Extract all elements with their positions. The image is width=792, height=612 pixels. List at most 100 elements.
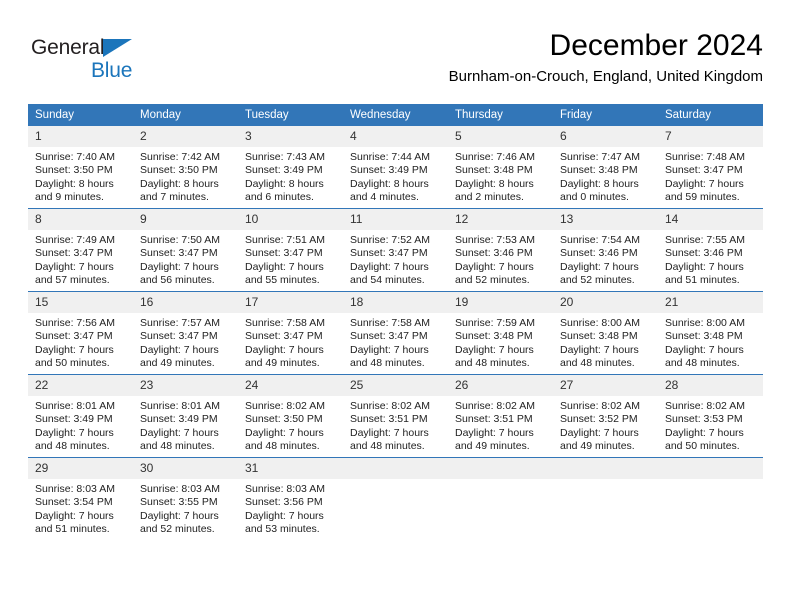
sunrise-text: Sunrise: 7:44 AM xyxy=(350,151,430,163)
calendar-day-cell-empty xyxy=(448,457,553,540)
calendar-day-cell[interactable]: 18 Sunrise: 7:58 AM Sunset: 3:47 PM Dayl… xyxy=(343,291,448,375)
calendar-day-cell[interactable]: 4 Sunrise: 7:44 AM Sunset: 3:49 PM Dayli… xyxy=(343,126,448,209)
calendar-day-cell[interactable]: 11 Sunrise: 7:52 AM Sunset: 3:47 PM Dayl… xyxy=(343,208,448,292)
calendar-day-cell[interactable]: 17 Sunrise: 7:58 AM Sunset: 3:47 PM Dayl… xyxy=(238,291,343,375)
calendar-day-cell[interactable]: 13 Sunrise: 7:54 AM Sunset: 3:46 PM Dayl… xyxy=(553,208,658,292)
daylight-text-line1: Daylight: 7 hours xyxy=(35,343,114,356)
day-details: Sunrise: 7:58 AM Sunset: 3:47 PM Dayligh… xyxy=(238,313,343,371)
calendar-day-cell[interactable]: 28 Sunrise: 8:02 AM Sunset: 3:53 PM Dayl… xyxy=(658,374,763,458)
daylight-text-line1: Daylight: 7 hours xyxy=(455,343,534,356)
calendar-day-cell[interactable]: 23 Sunrise: 8:01 AM Sunset: 3:49 PM Dayl… xyxy=(133,374,238,458)
daylight-text-line2: and 51 minutes. xyxy=(665,274,740,287)
day-details: Sunrise: 7:59 AM Sunset: 3:48 PM Dayligh… xyxy=(448,313,553,371)
daylight-text-line1: Daylight: 8 hours xyxy=(35,177,114,190)
sunrise-text: Sunrise: 7:42 AM xyxy=(140,151,220,163)
sunrise-text: Sunrise: 7:46 AM xyxy=(455,151,535,163)
calendar-day-cell[interactable]: 26 Sunrise: 8:02 AM Sunset: 3:51 PM Dayl… xyxy=(448,374,553,458)
daylight-text-line2: and 48 minutes. xyxy=(560,357,635,370)
calendar-day-cell[interactable]: 1 Sunrise: 7:40 AM Sunset: 3:50 PM Dayli… xyxy=(28,126,133,209)
day-details: Sunrise: 8:02 AM Sunset: 3:51 PM Dayligh… xyxy=(448,396,553,454)
daylight-text-line2: and 55 minutes. xyxy=(245,274,320,287)
daylight-text-line2: and 49 minutes. xyxy=(455,440,530,453)
weekday-header-saturday: Saturday xyxy=(658,104,763,126)
calendar-day-cell[interactable]: 7 Sunrise: 7:48 AM Sunset: 3:47 PM Dayli… xyxy=(658,126,763,209)
calendar-day-cell[interactable]: 21 Sunrise: 8:00 AM Sunset: 3:48 PM Dayl… xyxy=(658,291,763,375)
day-number: 10 xyxy=(238,209,343,230)
daylight-text-line2: and 48 minutes. xyxy=(245,440,320,453)
calendar-day-cell[interactable]: 5 Sunrise: 7:46 AM Sunset: 3:48 PM Dayli… xyxy=(448,126,553,209)
daylight-text-line1: Daylight: 7 hours xyxy=(350,260,429,273)
sunset-text: Sunset: 3:47 PM xyxy=(245,247,323,260)
calendar-day-cell[interactable]: 3 Sunrise: 7:43 AM Sunset: 3:49 PM Dayli… xyxy=(238,126,343,209)
calendar-day-cell[interactable]: 14 Sunrise: 7:55 AM Sunset: 3:46 PM Dayl… xyxy=(658,208,763,292)
daylight-text-line1: Daylight: 8 hours xyxy=(245,177,324,190)
sunset-text: Sunset: 3:48 PM xyxy=(665,330,743,343)
daylight-text-line2: and 52 minutes. xyxy=(560,274,635,287)
calendar-day-cell[interactable]: 8 Sunrise: 7:49 AM Sunset: 3:47 PM Dayli… xyxy=(28,208,133,292)
calendar-day-cell[interactable]: 16 Sunrise: 7:57 AM Sunset: 3:47 PM Dayl… xyxy=(133,291,238,375)
day-number: 28 xyxy=(658,375,763,396)
day-details: Sunrise: 7:42 AM Sunset: 3:50 PM Dayligh… xyxy=(133,147,238,205)
calendar-day-cell[interactable]: 12 Sunrise: 7:53 AM Sunset: 3:46 PM Dayl… xyxy=(448,208,553,292)
calendar-table: Sunday Monday Tuesday Wednesday Thursday… xyxy=(28,104,763,540)
sunrise-text: Sunrise: 7:40 AM xyxy=(35,151,115,163)
sunset-text: Sunset: 3:49 PM xyxy=(35,413,113,426)
calendar-day-cell[interactable]: 10 Sunrise: 7:51 AM Sunset: 3:47 PM Dayl… xyxy=(238,208,343,292)
day-details: Sunrise: 8:02 AM Sunset: 3:52 PM Dayligh… xyxy=(553,396,658,454)
calendar-day-cell[interactable]: 20 Sunrise: 8:00 AM Sunset: 3:48 PM Dayl… xyxy=(553,291,658,375)
daylight-text-line2: and 49 minutes. xyxy=(560,440,635,453)
day-details: Sunrise: 7:51 AM Sunset: 3:47 PM Dayligh… xyxy=(238,230,343,288)
daylight-text-line2: and 2 minutes. xyxy=(455,191,524,204)
calendar-day-cell[interactable]: 6 Sunrise: 7:47 AM Sunset: 3:48 PM Dayli… xyxy=(553,126,658,209)
day-number: 4 xyxy=(343,126,448,147)
sunset-text: Sunset: 3:47 PM xyxy=(35,247,113,260)
calendar-day-cell[interactable]: 22 Sunrise: 8:01 AM Sunset: 3:49 PM Dayl… xyxy=(28,374,133,458)
day-number: 31 xyxy=(238,458,343,479)
general-blue-logo: General Blue xyxy=(31,36,171,84)
calendar-day-cell[interactable]: 9 Sunrise: 7:50 AM Sunset: 3:47 PM Dayli… xyxy=(133,208,238,292)
calendar-week-row: 15 Sunrise: 7:56 AM Sunset: 3:47 PM Dayl… xyxy=(28,291,763,375)
day-number: 5 xyxy=(448,126,553,147)
day-number: 23 xyxy=(133,375,238,396)
day-number: 20 xyxy=(553,292,658,313)
daylight-text-line1: Daylight: 7 hours xyxy=(35,509,114,522)
sunset-text: Sunset: 3:48 PM xyxy=(455,164,533,177)
calendar-day-cell[interactable]: 19 Sunrise: 7:59 AM Sunset: 3:48 PM Dayl… xyxy=(448,291,553,375)
day-number: 22 xyxy=(28,375,133,396)
day-number: 14 xyxy=(658,209,763,230)
daylight-text-line1: Daylight: 8 hours xyxy=(140,177,219,190)
day-number xyxy=(553,458,658,479)
sunrise-text: Sunrise: 7:48 AM xyxy=(665,151,745,163)
day-details: Sunrise: 7:53 AM Sunset: 3:46 PM Dayligh… xyxy=(448,230,553,288)
day-details: Sunrise: 7:54 AM Sunset: 3:46 PM Dayligh… xyxy=(553,230,658,288)
calendar-page: General Blue December 2024 Burnham-on-Cr… xyxy=(0,0,792,612)
sunset-text: Sunset: 3:52 PM xyxy=(560,413,638,426)
calendar-day-cell[interactable]: 2 Sunrise: 7:42 AM Sunset: 3:50 PM Dayli… xyxy=(133,126,238,209)
calendar-day-cell[interactable]: 15 Sunrise: 7:56 AM Sunset: 3:47 PM Dayl… xyxy=(28,291,133,375)
sunset-text: Sunset: 3:46 PM xyxy=(665,247,743,260)
calendar-day-cell[interactable]: 27 Sunrise: 8:02 AM Sunset: 3:52 PM Dayl… xyxy=(553,374,658,458)
calendar-day-cell[interactable]: 31 Sunrise: 8:03 AM Sunset: 3:56 PM Dayl… xyxy=(238,457,343,540)
calendar-day-cell[interactable]: 30 Sunrise: 8:03 AM Sunset: 3:55 PM Dayl… xyxy=(133,457,238,540)
sunset-text: Sunset: 3:47 PM xyxy=(140,247,218,260)
sunset-text: Sunset: 3:50 PM xyxy=(140,164,218,177)
sunrise-text: Sunrise: 8:00 AM xyxy=(665,317,745,329)
daylight-text-line1: Daylight: 7 hours xyxy=(140,426,219,439)
sunrise-text: Sunrise: 8:03 AM xyxy=(245,483,325,495)
daylight-text-line1: Daylight: 7 hours xyxy=(245,260,324,273)
calendar-day-cell[interactable]: 29 Sunrise: 8:03 AM Sunset: 3:54 PM Dayl… xyxy=(28,457,133,540)
calendar-day-cell[interactable]: 24 Sunrise: 8:02 AM Sunset: 3:50 PM Dayl… xyxy=(238,374,343,458)
day-number xyxy=(448,458,553,479)
sunset-text: Sunset: 3:47 PM xyxy=(665,164,743,177)
daylight-text-line1: Daylight: 7 hours xyxy=(35,260,114,273)
sunset-text: Sunset: 3:47 PM xyxy=(140,330,218,343)
day-details: Sunrise: 8:00 AM Sunset: 3:48 PM Dayligh… xyxy=(553,313,658,371)
day-number: 1 xyxy=(28,126,133,147)
day-number: 26 xyxy=(448,375,553,396)
sunset-text: Sunset: 3:48 PM xyxy=(560,330,638,343)
calendar-header-row: Sunday Monday Tuesday Wednesday Thursday… xyxy=(28,104,763,126)
day-number xyxy=(658,458,763,479)
weekday-header-tuesday: Tuesday xyxy=(238,104,343,126)
calendar-day-cell[interactable]: 25 Sunrise: 8:02 AM Sunset: 3:51 PM Dayl… xyxy=(343,374,448,458)
sunset-text: Sunset: 3:47 PM xyxy=(350,247,428,260)
